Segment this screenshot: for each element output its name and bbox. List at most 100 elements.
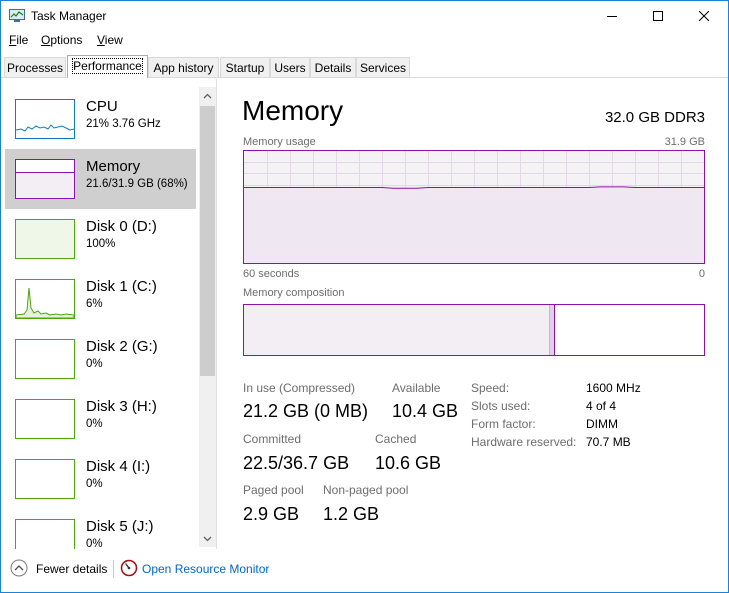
close-button[interactable] <box>681 1 727 31</box>
composition-divider <box>554 305 555 355</box>
task-manager-icon <box>9 9 25 22</box>
sidebar-item-memory[interactable]: Memory 21.6/31.9 GB (68%) <box>5 149 196 209</box>
committed-value: 22.5/36.7 GB <box>243 453 350 473</box>
cpu-thumbnail-graph <box>15 99 75 139</box>
sidebar-scrollbar[interactable] <box>199 87 216 547</box>
sidebar-item-sub: 0% <box>86 358 103 370</box>
sidebar-item-disk0[interactable]: Disk 0 (D:) 100% <box>5 209 196 269</box>
title-bar[interactable]: Task Manager <box>1 1 728 31</box>
slots-used-label: Slots used: <box>471 399 531 413</box>
tab-users-label: Users <box>274 61 306 75</box>
scroll-up-button[interactable] <box>199 87 216 104</box>
tab-startup[interactable]: Startup <box>220 57 270 77</box>
sidebar-item-name: Disk 2 (G:) <box>86 338 158 355</box>
available-label: Available <box>392 381 441 395</box>
sidebar-item-sub: 21.6/31.9 GB (68%) <box>86 178 188 190</box>
tab-startup-label: Startup <box>225 61 265 75</box>
memory-thumb-fill <box>16 172 74 198</box>
in-use-label: In use (Compressed) <box>243 381 356 395</box>
sidebar-item-sub: 100% <box>86 238 116 250</box>
footer-bar: Fewer details Open Resource Monitor <box>1 556 728 582</box>
tab-details-label: Details <box>314 61 352 75</box>
tab-users[interactable]: Users <box>270 57 310 77</box>
sidebar-item-name: Disk 5 (J:) <box>86 518 154 535</box>
tab-services[interactable]: Services <box>356 57 410 77</box>
task-manager-window: Task Manager File Options View Processes… <box>0 0 729 593</box>
disk1-thumb-line <box>16 287 74 318</box>
cached-label: Cached <box>375 432 417 446</box>
form-factor-value: DIMM <box>586 417 618 431</box>
time-axis-left: 60 seconds <box>243 268 300 280</box>
scroll-down-button[interactable] <box>199 530 216 547</box>
speed-label: Speed: <box>471 381 510 395</box>
window-title: Task Manager <box>31 9 107 23</box>
hardware-reserved-label: Hardware reserved: <box>471 435 577 449</box>
sidebar-item-name: Disk 3 (H:) <box>86 398 157 415</box>
scrollbar-thumb[interactable] <box>200 106 215 376</box>
sidebar-item-disk3[interactable]: Disk 3 (H:) 0% <box>5 389 196 449</box>
committed-label: Committed <box>243 432 302 446</box>
hardware-reserved-value: 70.7 MB <box>586 435 631 449</box>
sidebar-item-disk4[interactable]: Disk 4 (I:) 0% <box>5 449 196 509</box>
memory-usage-svg <box>244 151 704 263</box>
open-resource-monitor-link[interactable]: Open Resource Monitor <box>142 562 269 576</box>
minimize-button[interactable] <box>589 1 635 31</box>
tab-details[interactable]: Details <box>310 57 356 77</box>
disk4-thumbnail-graph <box>15 459 75 499</box>
memory-composition-graph <box>243 304 705 356</box>
maximize-icon <box>653 11 663 21</box>
form-factor-label: Form factor: <box>471 417 536 431</box>
disk3-thumbnail-graph <box>15 399 75 439</box>
resource-monitor-icon <box>120 559 138 577</box>
sidebar-item-name: CPU <box>86 98 118 115</box>
nonpaged-pool-value: 1.2 GB <box>323 504 380 524</box>
chevron-down-icon <box>203 536 212 541</box>
disk0-thumbnail-graph <box>15 219 75 259</box>
chevron-up-icon <box>203 93 212 98</box>
maximize-button[interactable] <box>635 1 681 31</box>
close-icon <box>699 11 709 21</box>
sidebar-item-sub: 0% <box>86 478 103 490</box>
in-use-value: 21.2 GB (0 MB) <box>243 401 369 421</box>
memory-usage-max: 31.9 GB <box>664 136 705 148</box>
memory-composition-label: Memory composition <box>243 287 345 299</box>
memory-usage-label: Memory usage <box>243 136 316 148</box>
sidebar-item-disk1[interactable]: Disk 1 (C:) 6% <box>5 269 196 329</box>
sidebar-item-cpu[interactable]: CPU 21% 3.76 GHz <box>5 89 196 149</box>
paged-pool-value: 2.9 GB <box>243 504 300 524</box>
menu-view-rest: iew <box>104 33 123 47</box>
tab-processes[interactable]: Processes <box>4 57 66 77</box>
page-title: Memory <box>242 95 344 126</box>
nonpaged-pool-label: Non-paged pool <box>323 483 409 497</box>
paged-pool-label: Paged pool <box>243 483 304 497</box>
menu-options[interactable]: Options <box>41 33 82 47</box>
menu-file-rest: ile <box>16 33 29 47</box>
tab-performance-label: Performance <box>72 58 143 74</box>
fewer-details-button[interactable]: Fewer details <box>36 562 107 576</box>
sidebar-item-name: Disk 4 (I:) <box>86 458 151 475</box>
tab-processes-label: Processes <box>6 61 64 75</box>
slots-used-value: 4 of 4 <box>586 399 617 413</box>
available-value: 10.4 GB <box>392 401 459 421</box>
sidebar-item-sub: 0% <box>86 418 103 430</box>
time-axis-right: 0 <box>698 268 705 280</box>
memory-thumbnail-graph <box>15 159 75 199</box>
sidebar-item-disk2[interactable]: Disk 2 (G:) 0% <box>5 329 196 389</box>
sidebar-item-name: Disk 0 (D:) <box>86 218 157 235</box>
sidebar-item-disk5[interactable]: Disk 5 (J:) 0% <box>5 509 196 549</box>
menu-file[interactable]: File <box>9 33 28 47</box>
menu-options-accel: O <box>41 33 51 47</box>
menu-view[interactable]: View <box>97 33 123 47</box>
sidebar-item-name: Disk 1 (C:) <box>86 278 157 295</box>
chevron-up-circle-icon[interactable] <box>10 559 28 577</box>
cpu-thumb-line <box>16 124 74 132</box>
tab-services-label: Services <box>359 61 406 75</box>
memory-detail-panel: Memory 32.0 GB DDR3 Memory usage 31.9 GB… <box>218 79 728 549</box>
tab-app-history[interactable]: App history <box>148 57 219 77</box>
tab-bar: Processes Performance App history Startu… <box>1 55 728 78</box>
speed-value: 1600 MHz <box>586 381 641 395</box>
disk2-thumbnail-graph <box>15 339 75 379</box>
composition-in-use <box>244 305 549 355</box>
tab-performance[interactable]: Performance <box>67 55 148 78</box>
menu-view-accel: V <box>97 33 105 47</box>
